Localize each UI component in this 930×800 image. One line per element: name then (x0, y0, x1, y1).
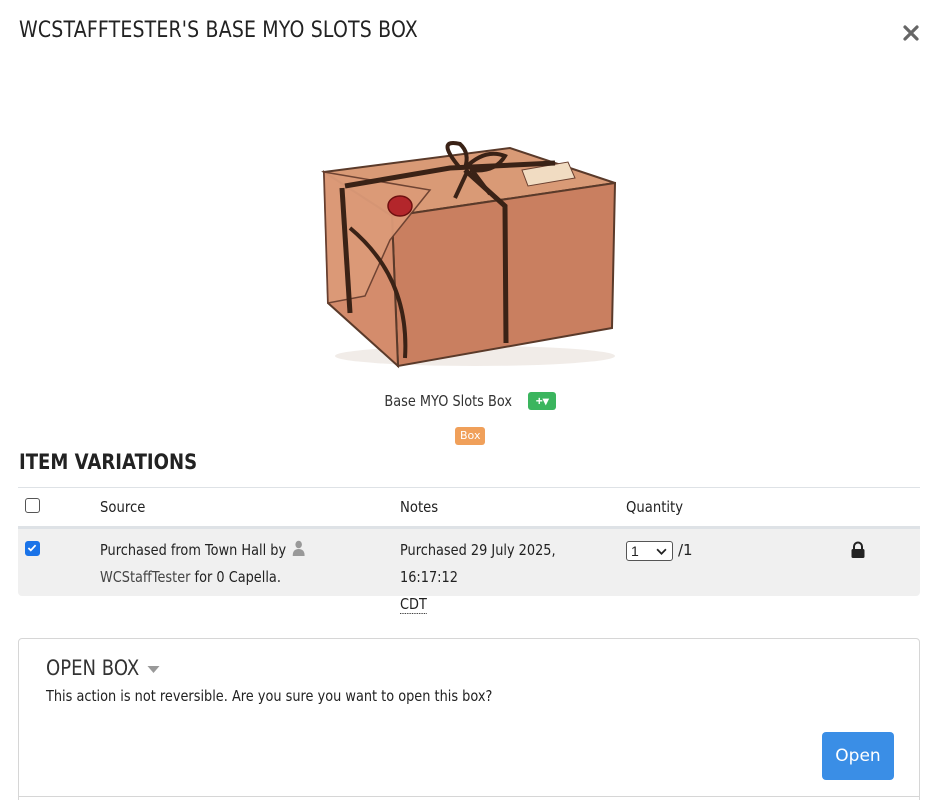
timezone-abbr: CDT (400, 595, 427, 614)
quantity-header: Quantity (626, 498, 683, 516)
open-box-warning: This action is not reversible. Are you s… (46, 687, 492, 705)
select-all-checkbox[interactable] (25, 498, 40, 513)
open-button[interactable]: Open (822, 732, 894, 780)
chevron-down-icon (656, 548, 667, 555)
open-box-card: OPEN BOX This action is not reversible. … (18, 638, 920, 800)
quantity-selected: 1 (631, 543, 639, 559)
source-prefix: Purchased from Town Hall by (100, 541, 286, 559)
source-cell: Purchased from Town Hall by WCStaffTeste… (100, 537, 315, 591)
notes-cell: Purchased 29 July 2025, 16:17:12 CDT (400, 537, 615, 618)
source-header: Source (100, 498, 145, 516)
open-box-title[interactable]: OPEN BOX (46, 656, 160, 680)
open-box-title-text: OPEN BOX (46, 656, 139, 680)
table-row: Purchased from Town Hall by WCStaffTeste… (18, 529, 920, 596)
modal-header: WCSTAFFTESTER'S BASE MYO SLOTS BOX (0, 0, 930, 60)
lock-icon (850, 541, 866, 559)
modal-title: WCSTAFFTESTER'S BASE MYO SLOTS BOX (19, 18, 418, 43)
item-name-row: Base MYO Slots Box +▾ (0, 392, 930, 414)
table-header: Source Notes Quantity (18, 487, 920, 529)
notes-header: Notes (400, 498, 438, 516)
variations-table: Source Notes Quantity Purchased from Tow… (18, 487, 920, 596)
item-variations-title: ITEM VARIATIONS (19, 450, 197, 474)
user-link[interactable]: WCStaffTester (100, 568, 190, 586)
item-name: Base MYO Slots Box (384, 392, 512, 410)
user-icon (293, 540, 305, 556)
item-category-badge: Box (455, 427, 485, 445)
caret-down-icon (148, 666, 160, 673)
quantity-select[interactable]: 1 (626, 541, 673, 561)
close-icon[interactable] (900, 22, 922, 44)
source-suffix: for 0 Capella. (195, 568, 281, 586)
add-to-wishlist-button[interactable]: +▾ (528, 392, 556, 410)
card-divider (19, 796, 919, 797)
row-checkbox[interactable] (25, 541, 40, 556)
notes-text: Purchased 29 July 2025, 16:17:12 (400, 541, 556, 586)
quantity-total: /1 (678, 537, 693, 564)
box-item-image (310, 128, 630, 378)
